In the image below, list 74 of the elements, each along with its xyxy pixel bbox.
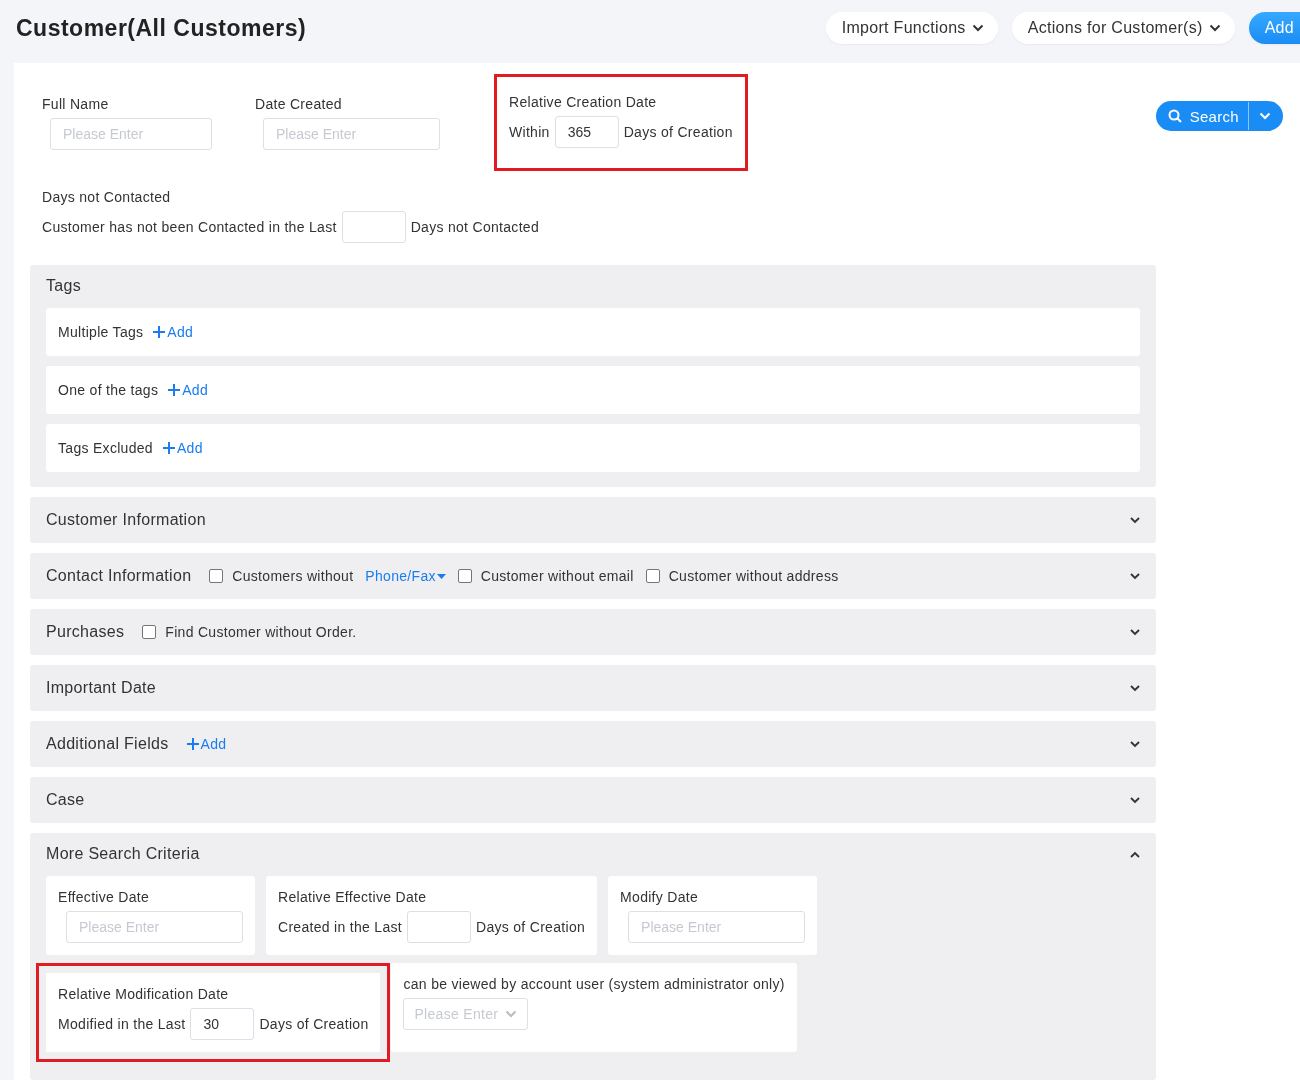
checkbox[interactable] <box>209 569 224 583</box>
chevron-down-icon[interactable] <box>1129 516 1140 524</box>
plus-icon <box>168 384 181 396</box>
field-prefix: Modified in the Last <box>58 1016 186 1032</box>
section-title: Contact Information <box>46 567 192 585</box>
tag-label: One of the tags <box>58 382 159 398</box>
chevron-up-icon[interactable] <box>1129 850 1140 858</box>
section-title: Important Date <box>46 679 157 697</box>
field-label: Modify Date <box>620 889 700 905</box>
field-label: Relative Modification Date <box>58 986 230 1002</box>
section-title: Additional Fields <box>46 735 169 753</box>
number-field[interactable]: 30 <box>190 1008 255 1040</box>
add-link[interactable]: Add <box>162 440 203 456</box>
number-field[interactable] <box>407 911 471 943</box>
tag-label: Multiple Tags <box>58 324 144 340</box>
checkbox[interactable] <box>457 569 472 583</box>
field-label: Date Created <box>255 96 343 112</box>
plus-icon <box>162 442 175 454</box>
tag-label: Tags Excluded <box>58 440 153 456</box>
chevron-down-icon[interactable] <box>1129 796 1140 804</box>
search-icon <box>1167 109 1182 123</box>
input-field[interactable]: Please Enter <box>50 118 212 150</box>
section-header[interactable]: Purchases Find Customer without Order. <box>30 609 1156 655</box>
chevron-down-icon[interactable] <box>1129 740 1140 748</box>
page-title: Customer(All Customers) <box>16 14 307 42</box>
checkbox-label: Customer without address <box>668 568 839 584</box>
checkbox[interactable] <box>645 569 660 583</box>
input-field[interactable]: Please Enter <box>263 118 440 150</box>
add-link[interactable]: Add <box>186 736 227 752</box>
input-field[interactable]: Please Enter <box>628 911 806 943</box>
section-title: Tags <box>46 277 82 295</box>
dropdown-link[interactable]: Phone/Fax <box>365 568 446 584</box>
field-prefix: Customer has not been Contacted in the Last <box>42 219 337 235</box>
section-header[interactable]: Customer Information <box>30 497 1156 543</box>
chevron-down-icon[interactable] <box>1129 684 1140 692</box>
section-header[interactable]: Contact Information Customers without Phone/Fax Customer without email Customer without address <box>30 553 1156 599</box>
section-header[interactable]: Important Date <box>30 665 1156 711</box>
section-title: Customer Information <box>46 511 206 529</box>
checkbox-label: Find Customer without Order. <box>165 624 357 640</box>
chevron-down-icon[interactable] <box>1129 572 1140 580</box>
input-field[interactable]: Please Enter <box>66 911 243 943</box>
number-field[interactable]: 365 <box>554 116 619 148</box>
section-title: Purchases <box>46 623 125 641</box>
section-title: More Search Criteria <box>46 845 200 863</box>
section-header[interactable]: Additional Fields Add <box>30 721 1156 767</box>
plus-icon <box>153 326 166 338</box>
section-title: Case <box>46 791 85 809</box>
checkbox-label: Customers without <box>232 568 354 584</box>
chevron-down-icon <box>505 1010 518 1018</box>
field-prefix: Created in the Last <box>278 919 402 935</box>
field-label: Relative Creation Date <box>509 94 658 110</box>
chevron-down-icon[interactable] <box>1129 628 1140 636</box>
chevron-down-icon <box>1208 24 1221 32</box>
field-label: Effective Date <box>58 889 151 905</box>
field-label: Full Name <box>42 96 110 112</box>
field-label: Relative Effective Date <box>278 889 428 905</box>
field-suffix: Days not Contacted <box>410 219 539 235</box>
number-field[interactable] <box>341 211 406 243</box>
field-suffix: Days of Creation <box>259 1016 369 1032</box>
checkbox[interactable] <box>142 625 157 639</box>
field-prefix: Within <box>509 124 550 140</box>
add-link[interactable]: Add <box>153 324 194 340</box>
dropdown-button[interactable]: Actions for Customer(s) <box>1011 12 1235 44</box>
add-link[interactable]: Add <box>168 382 209 398</box>
field-label: Days not Contacted <box>42 189 172 205</box>
section-header[interactable]: Case <box>30 777 1156 823</box>
caret-icon <box>436 573 446 579</box>
field-suffix: Days of Creation <box>476 919 586 935</box>
field-label: can be viewed by account user (system administrator only) <box>403 976 785 992</box>
field-suffix: Days of Creation <box>623 124 733 140</box>
plus-icon <box>186 738 199 750</box>
dropdown-button[interactable]: Import Functions <box>825 12 998 44</box>
chevron-down-icon <box>971 24 984 32</box>
checkbox-label: Customer without email <box>480 568 634 584</box>
